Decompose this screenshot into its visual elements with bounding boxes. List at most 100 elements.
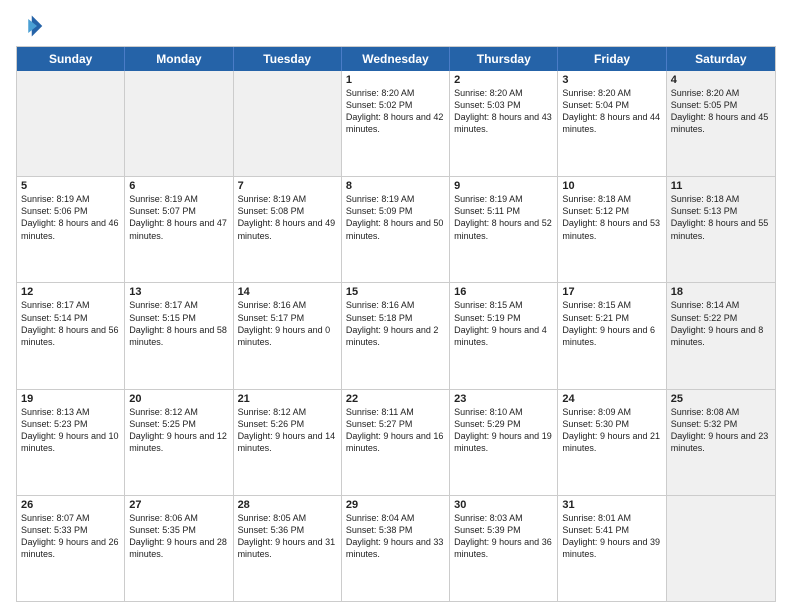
calendar: SundayMondayTuesdayWednesdayThursdayFrid… xyxy=(16,46,776,602)
calendar-cell: 16Sunrise: 8:15 AM Sunset: 5:19 PM Dayli… xyxy=(450,283,558,388)
day-number: 28 xyxy=(238,499,337,511)
cell-info: Sunrise: 8:10 AM Sunset: 5:29 PM Dayligh… xyxy=(454,406,553,455)
cell-info: Sunrise: 8:08 AM Sunset: 5:32 PM Dayligh… xyxy=(671,406,771,455)
cell-info: Sunrise: 8:19 AM Sunset: 5:06 PM Dayligh… xyxy=(21,193,120,242)
calendar-cell: 6Sunrise: 8:19 AM Sunset: 5:07 PM Daylig… xyxy=(125,177,233,282)
calendar-cell: 22Sunrise: 8:11 AM Sunset: 5:27 PM Dayli… xyxy=(342,390,450,495)
calendar-cell: 24Sunrise: 8:09 AM Sunset: 5:30 PM Dayli… xyxy=(558,390,666,495)
calendar-cell: 2Sunrise: 8:20 AM Sunset: 5:03 PM Daylig… xyxy=(450,71,558,176)
day-number: 27 xyxy=(129,499,228,511)
day-number: 8 xyxy=(346,180,445,192)
calendar-row: 5Sunrise: 8:19 AM Sunset: 5:06 PM Daylig… xyxy=(17,177,775,283)
logo xyxy=(16,12,48,40)
cell-info: Sunrise: 8:14 AM Sunset: 5:22 PM Dayligh… xyxy=(671,299,771,348)
cell-info: Sunrise: 8:20 AM Sunset: 5:05 PM Dayligh… xyxy=(671,87,771,136)
day-number: 31 xyxy=(562,499,661,511)
day-number: 19 xyxy=(21,393,120,405)
day-number: 11 xyxy=(671,180,771,192)
cell-info: Sunrise: 8:19 AM Sunset: 5:08 PM Dayligh… xyxy=(238,193,337,242)
calendar-cell xyxy=(667,496,775,601)
cell-info: Sunrise: 8:06 AM Sunset: 5:35 PM Dayligh… xyxy=(129,512,228,561)
calendar-cell: 3Sunrise: 8:20 AM Sunset: 5:04 PM Daylig… xyxy=(558,71,666,176)
calendar-cell: 17Sunrise: 8:15 AM Sunset: 5:21 PM Dayli… xyxy=(558,283,666,388)
calendar-cell: 13Sunrise: 8:17 AM Sunset: 5:15 PM Dayli… xyxy=(125,283,233,388)
cell-info: Sunrise: 8:15 AM Sunset: 5:21 PM Dayligh… xyxy=(562,299,661,348)
cell-info: Sunrise: 8:03 AM Sunset: 5:39 PM Dayligh… xyxy=(454,512,553,561)
calendar-cell: 9Sunrise: 8:19 AM Sunset: 5:11 PM Daylig… xyxy=(450,177,558,282)
day-number: 20 xyxy=(129,393,228,405)
weekday-header: Sunday xyxy=(17,47,125,71)
weekday-header: Tuesday xyxy=(234,47,342,71)
cell-info: Sunrise: 8:12 AM Sunset: 5:25 PM Dayligh… xyxy=(129,406,228,455)
day-number: 12 xyxy=(21,286,120,298)
day-number: 24 xyxy=(562,393,661,405)
day-number: 10 xyxy=(562,180,661,192)
day-number: 2 xyxy=(454,74,553,86)
weekday-header: Saturday xyxy=(667,47,775,71)
calendar-cell: 11Sunrise: 8:18 AM Sunset: 5:13 PM Dayli… xyxy=(667,177,775,282)
calendar-cell: 30Sunrise: 8:03 AM Sunset: 5:39 PM Dayli… xyxy=(450,496,558,601)
day-number: 26 xyxy=(21,499,120,511)
cell-info: Sunrise: 8:12 AM Sunset: 5:26 PM Dayligh… xyxy=(238,406,337,455)
calendar-cell: 1Sunrise: 8:20 AM Sunset: 5:02 PM Daylig… xyxy=(342,71,450,176)
calendar-row: 19Sunrise: 8:13 AM Sunset: 5:23 PM Dayli… xyxy=(17,390,775,496)
day-number: 25 xyxy=(671,393,771,405)
weekday-header: Monday xyxy=(125,47,233,71)
day-number: 9 xyxy=(454,180,553,192)
cell-info: Sunrise: 8:19 AM Sunset: 5:07 PM Dayligh… xyxy=(129,193,228,242)
calendar-cell xyxy=(125,71,233,176)
calendar-cell: 4Sunrise: 8:20 AM Sunset: 5:05 PM Daylig… xyxy=(667,71,775,176)
calendar-cell: 25Sunrise: 8:08 AM Sunset: 5:32 PM Dayli… xyxy=(667,390,775,495)
calendar-cell: 28Sunrise: 8:05 AM Sunset: 5:36 PM Dayli… xyxy=(234,496,342,601)
calendar-cell: 8Sunrise: 8:19 AM Sunset: 5:09 PM Daylig… xyxy=(342,177,450,282)
day-number: 3 xyxy=(562,74,661,86)
cell-info: Sunrise: 8:11 AM Sunset: 5:27 PM Dayligh… xyxy=(346,406,445,455)
calendar-row: 12Sunrise: 8:17 AM Sunset: 5:14 PM Dayli… xyxy=(17,283,775,389)
day-number: 29 xyxy=(346,499,445,511)
day-number: 18 xyxy=(671,286,771,298)
cell-info: Sunrise: 8:01 AM Sunset: 5:41 PM Dayligh… xyxy=(562,512,661,561)
cell-info: Sunrise: 8:19 AM Sunset: 5:11 PM Dayligh… xyxy=(454,193,553,242)
weekday-header: Friday xyxy=(558,47,666,71)
cell-info: Sunrise: 8:17 AM Sunset: 5:15 PM Dayligh… xyxy=(129,299,228,348)
calendar-row: 26Sunrise: 8:07 AM Sunset: 5:33 PM Dayli… xyxy=(17,496,775,601)
day-number: 6 xyxy=(129,180,228,192)
calendar-header: SundayMondayTuesdayWednesdayThursdayFrid… xyxy=(17,47,775,71)
calendar-cell: 10Sunrise: 8:18 AM Sunset: 5:12 PM Dayli… xyxy=(558,177,666,282)
day-number: 17 xyxy=(562,286,661,298)
calendar-cell: 19Sunrise: 8:13 AM Sunset: 5:23 PM Dayli… xyxy=(17,390,125,495)
logo-icon xyxy=(16,12,44,40)
day-number: 15 xyxy=(346,286,445,298)
cell-info: Sunrise: 8:19 AM Sunset: 5:09 PM Dayligh… xyxy=(346,193,445,242)
cell-info: Sunrise: 8:20 AM Sunset: 5:04 PM Dayligh… xyxy=(562,87,661,136)
calendar-cell: 7Sunrise: 8:19 AM Sunset: 5:08 PM Daylig… xyxy=(234,177,342,282)
cell-info: Sunrise: 8:04 AM Sunset: 5:38 PM Dayligh… xyxy=(346,512,445,561)
day-number: 5 xyxy=(21,180,120,192)
day-number: 7 xyxy=(238,180,337,192)
calendar-cell: 18Sunrise: 8:14 AM Sunset: 5:22 PM Dayli… xyxy=(667,283,775,388)
calendar-cell: 5Sunrise: 8:19 AM Sunset: 5:06 PM Daylig… xyxy=(17,177,125,282)
day-number: 23 xyxy=(454,393,553,405)
calendar-cell xyxy=(17,71,125,176)
cell-info: Sunrise: 8:16 AM Sunset: 5:18 PM Dayligh… xyxy=(346,299,445,348)
calendar-cell: 23Sunrise: 8:10 AM Sunset: 5:29 PM Dayli… xyxy=(450,390,558,495)
calendar-cell: 14Sunrise: 8:16 AM Sunset: 5:17 PM Dayli… xyxy=(234,283,342,388)
header xyxy=(16,12,776,40)
cell-info: Sunrise: 8:18 AM Sunset: 5:13 PM Dayligh… xyxy=(671,193,771,242)
cell-info: Sunrise: 8:05 AM Sunset: 5:36 PM Dayligh… xyxy=(238,512,337,561)
cell-info: Sunrise: 8:13 AM Sunset: 5:23 PM Dayligh… xyxy=(21,406,120,455)
day-number: 30 xyxy=(454,499,553,511)
page: SundayMondayTuesdayWednesdayThursdayFrid… xyxy=(0,0,792,612)
cell-info: Sunrise: 8:09 AM Sunset: 5:30 PM Dayligh… xyxy=(562,406,661,455)
cell-info: Sunrise: 8:18 AM Sunset: 5:12 PM Dayligh… xyxy=(562,193,661,242)
day-number: 13 xyxy=(129,286,228,298)
calendar-cell: 26Sunrise: 8:07 AM Sunset: 5:33 PM Dayli… xyxy=(17,496,125,601)
cell-info: Sunrise: 8:15 AM Sunset: 5:19 PM Dayligh… xyxy=(454,299,553,348)
calendar-cell: 21Sunrise: 8:12 AM Sunset: 5:26 PM Dayli… xyxy=(234,390,342,495)
calendar-cell: 20Sunrise: 8:12 AM Sunset: 5:25 PM Dayli… xyxy=(125,390,233,495)
day-number: 16 xyxy=(454,286,553,298)
day-number: 4 xyxy=(671,74,771,86)
day-number: 1 xyxy=(346,74,445,86)
cell-info: Sunrise: 8:07 AM Sunset: 5:33 PM Dayligh… xyxy=(21,512,120,561)
weekday-header: Wednesday xyxy=(342,47,450,71)
